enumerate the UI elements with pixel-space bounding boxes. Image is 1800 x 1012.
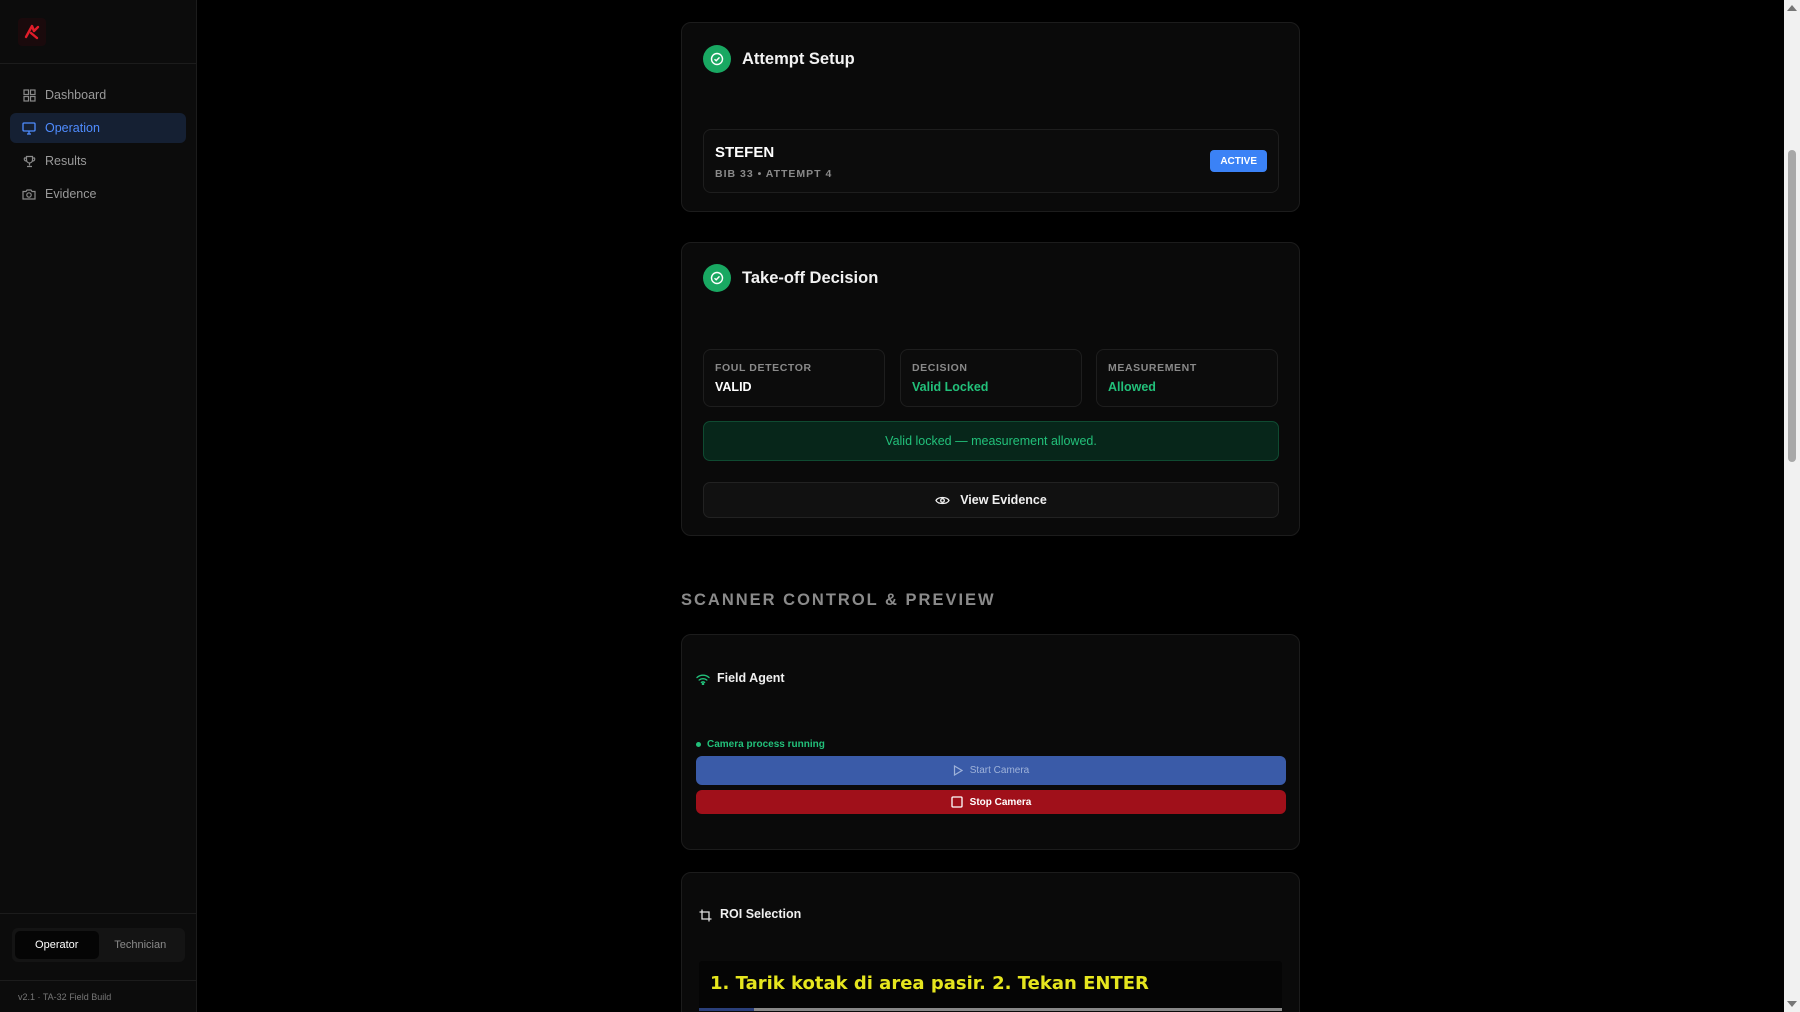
stat-label: FOUL DETECTOR xyxy=(715,362,812,374)
decision-banner: Valid locked — measurement allowed. xyxy=(703,421,1279,461)
camera-status: Camera process running xyxy=(696,739,825,750)
roi-selection-card: ROI Selection 1. Tarik kotak di area pas… xyxy=(681,872,1300,1012)
athlete-bib-attempt: BIB 33 • ATTEMPT 4 xyxy=(715,168,833,180)
sidebar-item-results[interactable]: Results xyxy=(10,146,186,176)
camera-icon xyxy=(22,187,36,201)
scroll-thumb[interactable] xyxy=(1788,150,1796,462)
stat-label: MEASUREMENT xyxy=(1108,362,1197,374)
play-icon xyxy=(953,765,963,776)
view-evidence-button[interactable]: View Evidence xyxy=(703,482,1279,518)
sidebar-nav: Dashboard Operation Results Evidence xyxy=(0,64,196,209)
stat-foul-detector: FOUL DETECTOR VALID xyxy=(703,349,885,407)
page-scrollbar[interactable] xyxy=(1784,0,1800,1012)
role-operator-button[interactable]: Operator xyxy=(15,931,99,959)
trophy-icon xyxy=(22,154,36,168)
stat-value: Valid Locked xyxy=(912,380,989,394)
sidebar-item-label: Dashboard xyxy=(45,88,107,102)
card-header: Attempt Setup xyxy=(703,45,855,73)
stat-measurement: MEASUREMENT Allowed xyxy=(1096,349,1278,407)
status-text: Camera process running xyxy=(707,739,825,750)
card-title: Take-off Decision xyxy=(742,268,879,287)
sidebar-item-dashboard[interactable]: Dashboard xyxy=(10,80,186,110)
button-label: Stop Camera xyxy=(969,796,1032,808)
roi-instruction: 1. Tarik kotak di area pasir. 2. Tekan E… xyxy=(710,973,1149,994)
status-dot-icon xyxy=(696,742,701,747)
sidebar-item-operation[interactable]: Operation xyxy=(10,113,186,143)
takeoff-decision-card: Take-off Decision FOUL DETECTOR VALID DE… xyxy=(681,242,1300,536)
role-technician-button[interactable]: Technician xyxy=(99,931,183,959)
sidebar-item-label: Operation xyxy=(45,121,100,135)
card-title: Attempt Setup xyxy=(742,49,855,68)
stop-camera-button[interactable]: Stop Camera xyxy=(696,790,1286,814)
divider xyxy=(0,980,196,981)
version-label: v2.1 · TA-32 Field Build xyxy=(18,992,112,1002)
stat-decision: DECISION Valid Locked xyxy=(900,349,1082,407)
stat-label: DECISION xyxy=(912,362,968,374)
athlete-name: STEFEN xyxy=(715,144,775,161)
divider xyxy=(0,913,196,914)
section-heading: SCANNER CONTROL & PREVIEW xyxy=(681,591,996,609)
stat-value: Allowed xyxy=(1108,380,1156,394)
card-title: Field Agent xyxy=(717,671,785,685)
check-circle-icon xyxy=(703,264,731,292)
button-label: View Evidence xyxy=(960,493,1047,507)
monitor-icon xyxy=(22,121,36,135)
wifi-icon xyxy=(696,674,710,685)
logo-area xyxy=(0,0,196,64)
sidebar-item-evidence[interactable]: Evidence xyxy=(10,179,186,209)
grid-icon xyxy=(22,88,36,102)
button-label: Start Camera xyxy=(969,765,1030,776)
stat-value: VALID xyxy=(715,380,752,394)
scroll-down-icon[interactable] xyxy=(1787,1001,1797,1007)
athlete-row: STEFEN BIB 33 • ATTEMPT 4 ACTIVE xyxy=(703,129,1279,193)
stop-square-icon xyxy=(951,796,963,808)
camera-preview[interactable]: 1. Tarik kotak di area pasir. 2. Tekan E… xyxy=(699,961,1282,1011)
card-title: ROI Selection xyxy=(720,907,802,921)
crop-icon xyxy=(699,909,712,922)
card-header: Take-off Decision xyxy=(703,264,878,292)
sidebar-item-label: Results xyxy=(45,154,87,168)
check-circle-icon xyxy=(703,45,731,73)
sidebar-item-label: Evidence xyxy=(45,187,97,201)
eye-icon xyxy=(935,495,950,506)
status-badge: ACTIVE xyxy=(1210,150,1267,172)
scroll-up-icon[interactable] xyxy=(1787,5,1797,11)
jump-logo-icon[interactable] xyxy=(18,17,46,46)
field-agent-card: Field Agent Camera process running Start… xyxy=(681,634,1300,850)
role-toggle: Operator Technician xyxy=(12,928,185,962)
attempt-setup-card: Attempt Setup STEFEN BIB 33 • ATTEMPT 4 … xyxy=(681,22,1300,212)
preview-image-strip xyxy=(699,1008,1282,1011)
start-camera-button[interactable]: Start Camera xyxy=(696,756,1286,785)
sidebar: Dashboard Operation Results Evidence Ope… xyxy=(0,0,197,1012)
